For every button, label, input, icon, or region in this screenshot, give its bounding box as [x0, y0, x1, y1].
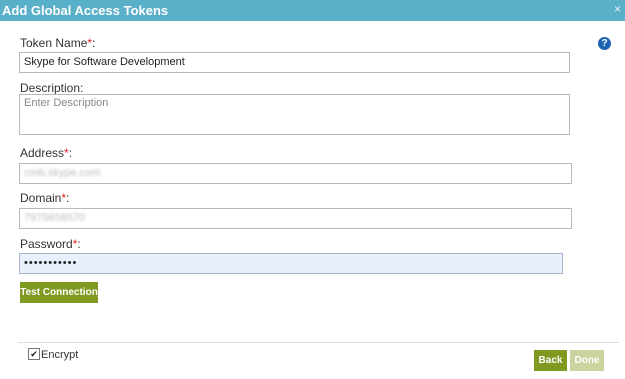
- description-textarea[interactable]: Enter Description: [19, 94, 570, 135]
- description-placeholder: Enter Description: [24, 97, 109, 109]
- footer-divider: [18, 342, 619, 343]
- address-label: Address*:: [20, 146, 73, 160]
- dialog-title-bar: Add Global Access Tokens ×: [0, 0, 625, 21]
- back-button[interactable]: Back: [534, 350, 567, 371]
- test-connection-button[interactable]: Test Connection: [20, 282, 98, 303]
- close-icon[interactable]: ×: [614, 2, 621, 16]
- done-button: Done: [570, 350, 604, 371]
- domain-value: 7975658570: [24, 212, 86, 224]
- dialog-title: Add Global Access Tokens: [2, 3, 169, 18]
- address-input[interactable]: cmb.skype.com: [19, 163, 572, 184]
- domain-input[interactable]: 7975658570: [19, 208, 572, 229]
- password-input[interactable]: •••••••••••: [19, 253, 563, 274]
- address-value: cmb.skype.com: [24, 167, 101, 179]
- help-icon[interactable]: ?: [598, 37, 611, 50]
- password-value: •••••••••••: [24, 257, 78, 269]
- description-label: Description:: [20, 81, 84, 95]
- token-name-label: Token Name*:: [20, 36, 96, 50]
- encrypt-checkbox[interactable]: ✔: [28, 348, 40, 360]
- token-name-value: Skype for Software Development: [24, 56, 185, 68]
- domain-label: Domain*:: [20, 191, 70, 205]
- password-label: Password*:: [20, 237, 81, 251]
- token-name-input[interactable]: Skype for Software Development: [19, 52, 570, 73]
- encrypt-label: Encrypt: [41, 349, 79, 361]
